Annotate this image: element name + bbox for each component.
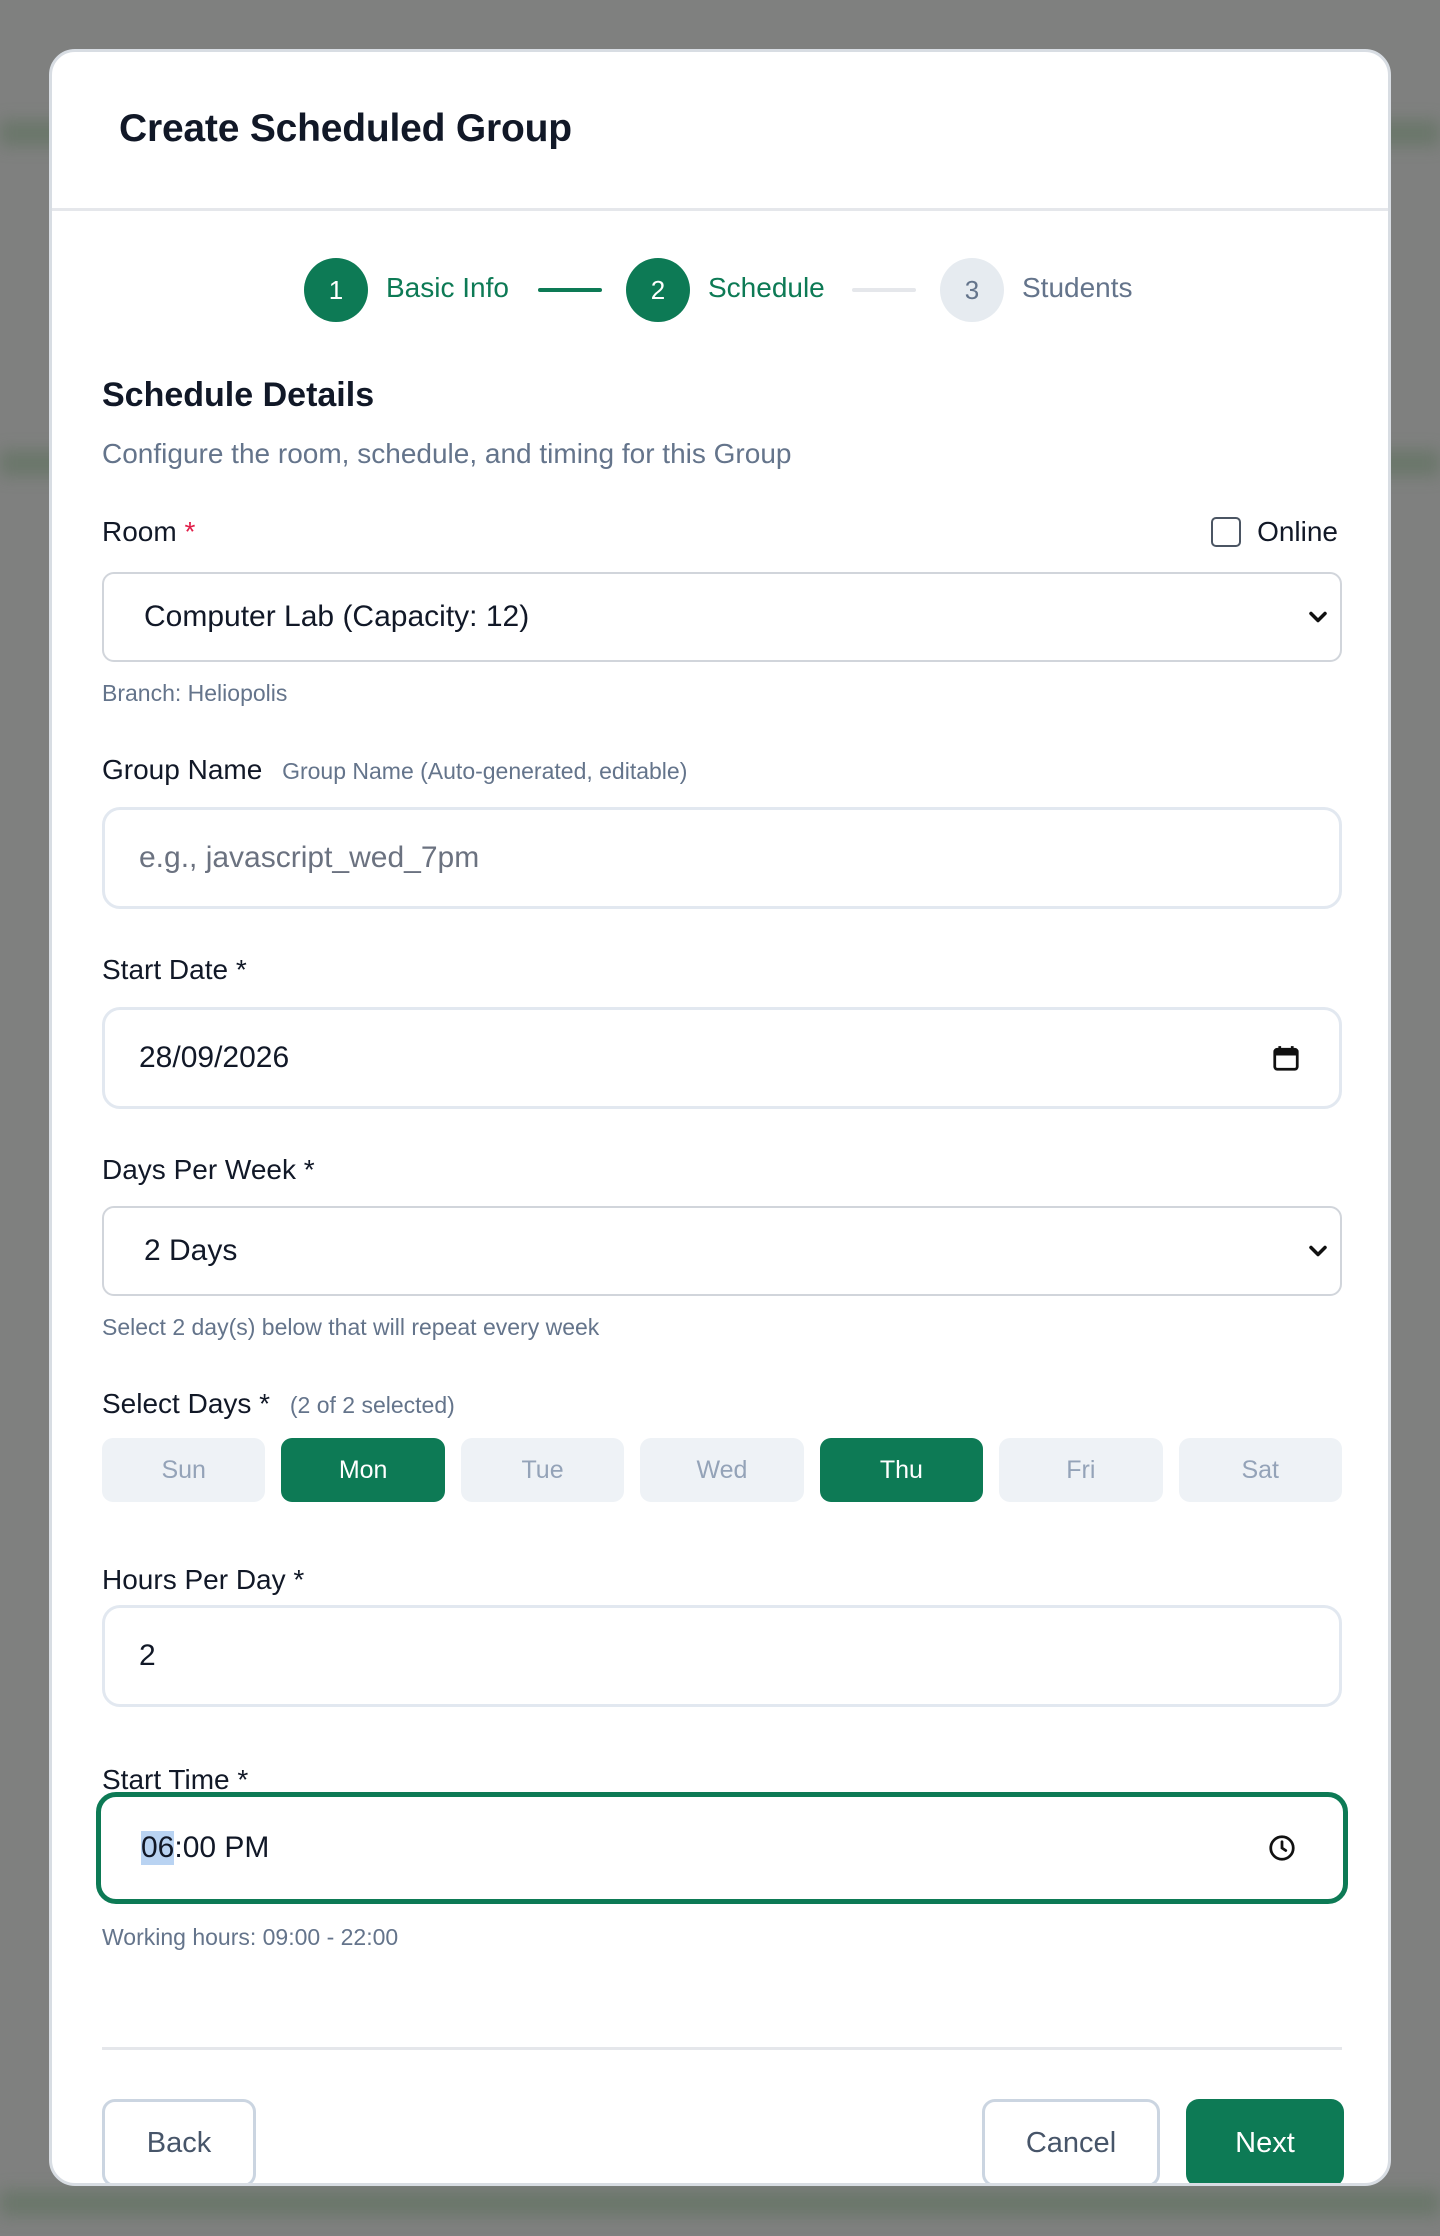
days-per-week-label: Days Per Week * xyxy=(102,1154,315,1185)
day-toggle-wed[interactable]: Wed xyxy=(640,1438,804,1502)
hours-per-day-label: Hours Per Day * xyxy=(102,1564,305,1595)
start-date-input[interactable]: 28/09/2026 xyxy=(102,1007,1342,1109)
room-label-text: Room xyxy=(102,516,177,547)
group-name-label: Group Name Group Name (Auto-generated, e… xyxy=(102,754,687,786)
group-name-hint: Group Name (Auto-generated, editable) xyxy=(282,758,688,784)
step-1-circle[interactable]: 1 xyxy=(304,258,368,322)
step-2-label[interactable]: Schedule xyxy=(708,272,825,304)
online-checkbox[interactable] xyxy=(1211,517,1242,547)
create-group-modal: Create Scheduled Group 1 Basic Info 2 Sc… xyxy=(49,49,1391,2186)
start-time-input[interactable]: 06:00 PM xyxy=(96,1792,1348,1904)
back-button[interactable]: Back xyxy=(102,2099,256,2183)
start-time-hour[interactable]: 06 xyxy=(141,1831,175,1865)
days-per-week-select[interactable]: 2 Days xyxy=(102,1206,1342,1296)
working-hours-hint: Working hours: 09:00 - 22:00 xyxy=(102,1924,399,1950)
step-connector-2 xyxy=(852,288,916,292)
stepper: 1 Basic Info 2 Schedule 3 Students xyxy=(52,258,1388,322)
modal-title: Create Scheduled Group xyxy=(119,107,572,150)
online-label[interactable]: Online xyxy=(1257,516,1338,548)
step-2-circle[interactable]: 2 xyxy=(626,258,690,322)
room-label: Room * xyxy=(102,516,195,548)
step-3-label[interactable]: Students xyxy=(1022,272,1133,304)
backdrop-blur xyxy=(0,2190,1440,2216)
step-1-label[interactable]: Basic Info xyxy=(386,272,509,304)
group-name-label-text: Group Name xyxy=(102,754,263,785)
chevron-down-icon xyxy=(1309,611,1327,623)
footer-divider xyxy=(102,2047,1342,2050)
days-per-week-hint: Select 2 day(s) below that will repeat e… xyxy=(102,1314,600,1340)
room-select-value: Computer Lab (Capacity: 12) xyxy=(144,600,530,633)
room-select[interactable]: Computer Lab (Capacity: 12) xyxy=(102,572,1342,662)
select-days-label: Select Days * (2 of 2 selected) xyxy=(102,1388,455,1420)
required-mark: * xyxy=(184,516,196,547)
day-toggle-mon[interactable]: Mon xyxy=(281,1438,445,1502)
section-subtitle: Configure the room, schedule, and timing… xyxy=(102,438,792,469)
modal-header: Create Scheduled Group xyxy=(52,52,1388,211)
start-date-value: 28/09/2026 xyxy=(139,1041,290,1074)
calendar-icon[interactable] xyxy=(1271,1043,1301,1073)
day-toggle-sun[interactable]: Sun xyxy=(102,1438,266,1502)
branch-hint: Branch: Heliopolis xyxy=(102,680,288,706)
online-toggle[interactable]: Online xyxy=(1211,516,1338,548)
hours-per-day-input[interactable]: 2 xyxy=(102,1605,1342,1707)
start-time-rest[interactable]: :00 PM xyxy=(174,1831,269,1865)
chevron-down-icon xyxy=(1309,1245,1327,1257)
step-connector-1 xyxy=(538,288,602,292)
step-3-circle[interactable]: 3 xyxy=(940,258,1004,322)
next-button[interactable]: Next xyxy=(1186,2099,1344,2183)
start-date-label: Start Date * xyxy=(102,954,247,985)
days-per-week-value: 2 Days xyxy=(144,1234,238,1267)
hours-per-day-value: 2 xyxy=(139,1639,156,1672)
select-days-count: (2 of 2 selected) xyxy=(289,1392,455,1418)
day-toggle-sat[interactable]: Sat xyxy=(1178,1438,1342,1502)
day-picker: Sun Mon Tue Wed Thu Fri Sat xyxy=(102,1438,1342,1502)
cancel-button[interactable]: Cancel xyxy=(982,2099,1160,2183)
section-title: Schedule Details xyxy=(102,376,375,414)
group-name-input[interactable]: e.g., javascript_wed_7pm xyxy=(102,807,1342,909)
day-toggle-thu[interactable]: Thu xyxy=(819,1438,984,1502)
day-toggle-tue[interactable]: Tue xyxy=(460,1438,625,1502)
select-days-label-text: Select Days * xyxy=(102,1388,271,1419)
day-toggle-fri[interactable]: Fri xyxy=(999,1438,1163,1502)
clock-icon[interactable] xyxy=(1267,1833,1297,1863)
group-name-placeholder: e.g., javascript_wed_7pm xyxy=(139,841,480,874)
